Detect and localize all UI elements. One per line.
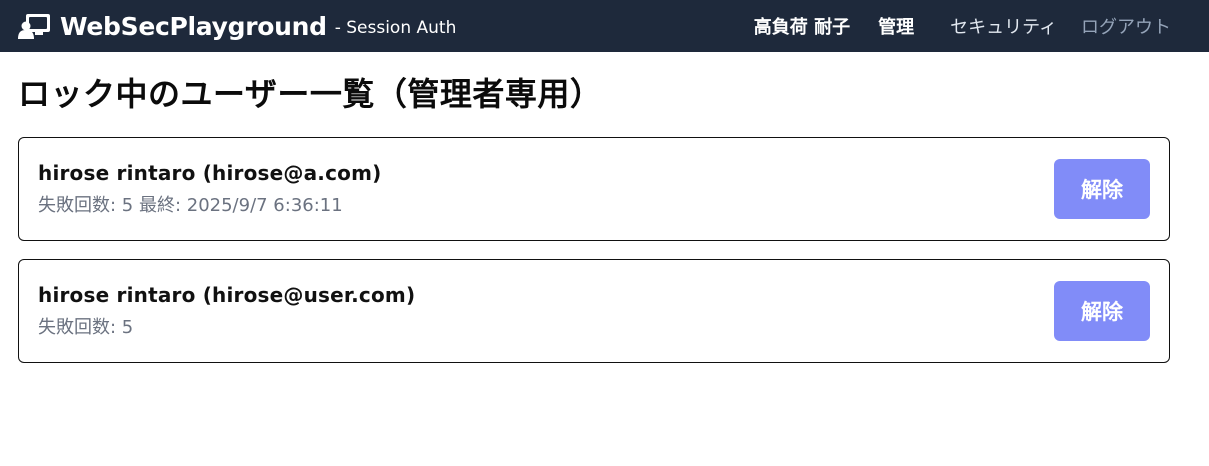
locked-user-card: hirose rintaro (hirose@user.com) 失敗回数: 5… bbox=[18, 259, 1170, 363]
locked-user-identity: hirose rintaro (hirose@a.com) bbox=[38, 161, 382, 185]
unlock-button[interactable]: 解除 bbox=[1054, 281, 1150, 341]
presentation-user-icon bbox=[18, 12, 52, 40]
locked-user-failure-info: 失敗回数: 5 最終: 2025/9/7 6:36:11 bbox=[38, 195, 343, 216]
locked-user-info: hirose rintaro (hirose@user.com) 失敗回数: 5 bbox=[38, 283, 415, 339]
nav-security-link[interactable]: セキュリティ bbox=[950, 13, 1057, 39]
locked-user-info: hirose rintaro (hirose@a.com) 失敗回数: 5 最終… bbox=[38, 161, 382, 217]
locked-user-card: hirose rintaro (hirose@a.com) 失敗回数: 5 最終… bbox=[18, 137, 1170, 241]
nav-user-name[interactable]: 高負荷 耐子 bbox=[754, 13, 850, 39]
locked-user-failure-info: 失敗回数: 5 bbox=[38, 317, 134, 338]
unlock-button[interactable]: 解除 bbox=[1054, 159, 1150, 219]
top-nav: 高負荷 耐子 管理 セキュリティ ログアウト bbox=[754, 13, 1171, 39]
nav-admin-link[interactable]: 管理 bbox=[878, 13, 914, 39]
nav-logout-link[interactable]: ログアウト bbox=[1081, 13, 1171, 39]
brand-subtitle: - Session Auth bbox=[334, 18, 457, 38]
top-navbar: WebSecPlayground - Session Auth 高負荷 耐子 管… bbox=[0, 0, 1209, 52]
brand-name[interactable]: WebSecPlayground bbox=[60, 12, 327, 41]
page-title: ロック中のユーザー一覧（管理者専用） bbox=[18, 75, 603, 113]
locked-user-list: hirose rintaro (hirose@a.com) 失敗回数: 5 最終… bbox=[18, 137, 1170, 363]
brand[interactable]: WebSecPlayground - Session Auth bbox=[18, 12, 456, 41]
locked-user-identity: hirose rintaro (hirose@user.com) bbox=[38, 283, 416, 307]
